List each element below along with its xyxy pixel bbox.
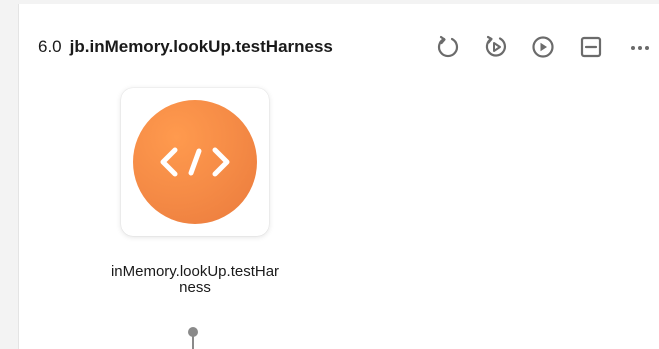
collapse-icon (580, 36, 602, 58)
step-run-button[interactable] (482, 33, 510, 61)
reset-button[interactable] (434, 33, 462, 61)
page-title: 6.0 jb.inMemory.lookUp.testHarness (38, 34, 333, 60)
play-icon (532, 36, 554, 58)
node-card[interactable] (121, 88, 269, 236)
step-run-icon (485, 35, 507, 57)
code-icon (160, 147, 230, 177)
version-label: 6.0 (38, 37, 62, 56)
connector-line (192, 336, 194, 349)
more-icon (631, 46, 649, 50)
node-icon-badge (133, 100, 257, 224)
play-button[interactable] (529, 33, 557, 61)
collapse-button[interactable] (577, 33, 605, 61)
reset-icon (437, 35, 459, 58)
more-button[interactable] (626, 33, 654, 61)
title-label: jb.inMemory.lookUp.testHarness (69, 37, 333, 56)
node-label: inMemory.lookUp.testHarness (110, 263, 280, 296)
toolbar (434, 33, 654, 61)
